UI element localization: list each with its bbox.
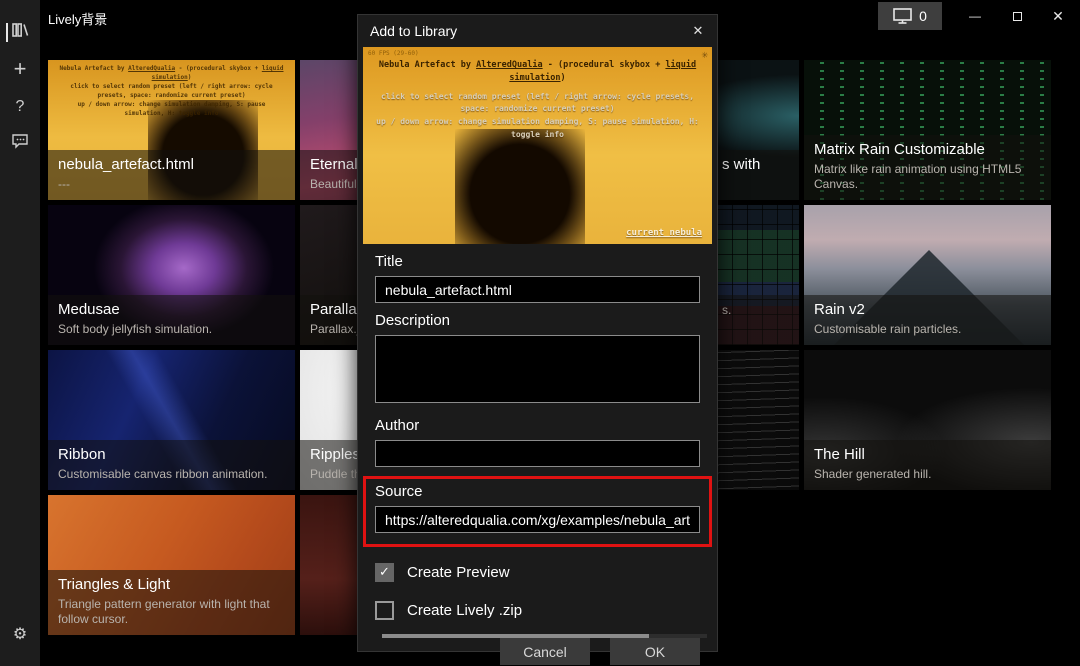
maximize-icon xyxy=(1013,12,1022,21)
app-title: Lively背景 xyxy=(48,9,107,28)
tile-title: Rain v2 xyxy=(814,301,1041,320)
sidebar-item-settings[interactable]: ⚙ xyxy=(0,620,40,648)
tile-rain-v2[interactable]: Rain v2 Customisable rain particles. xyxy=(804,205,1051,345)
tile-title: s with xyxy=(722,156,789,175)
create-zip-checkbox[interactable] xyxy=(375,601,394,620)
tile-subtitle: Triangle pattern generator with light th… xyxy=(58,597,285,628)
tile-title: nebula_artefact.html xyxy=(58,156,285,175)
gear-icon: ⚙ xyxy=(13,624,27,644)
preview-heading: Nebula Artefact by AlteredQualia - (proc… xyxy=(363,59,712,85)
dialog-header: Add to Library ✕ xyxy=(358,15,717,45)
current-nebula-label: current nebula xyxy=(626,228,702,238)
create-preview-checkbox[interactable]: ✓ xyxy=(375,563,394,582)
tile-title: Triangles & Light xyxy=(58,576,285,595)
plus-icon: + xyxy=(14,56,27,82)
tile-caption: Matrix Rain Customizable Matrix like rai… xyxy=(804,135,1051,200)
add-to-library-dialog: Add to Library ✕ 60 FPS (29-60) ✳ Nebula… xyxy=(357,14,718,652)
wallpaper-preview: 60 FPS (29-60) ✳ Nebula Artefact by Alte… xyxy=(363,47,712,244)
author-field[interactable] xyxy=(375,440,700,467)
description-field-label: Description xyxy=(375,312,700,329)
tile-subtitle: Customisable canvas ribbon animation. xyxy=(58,467,285,483)
library-icon xyxy=(11,21,29,44)
monitor-select-button[interactable]: 0 xyxy=(878,2,942,30)
fps-counter: 60 FPS (29-60) xyxy=(368,50,419,57)
help-icon: ? xyxy=(16,98,25,116)
tile-ribbon[interactable]: Ribbon Customisable canvas ribbon animat… xyxy=(48,350,295,490)
monitor-icon xyxy=(893,8,912,24)
ok-button[interactable]: OK xyxy=(610,638,700,665)
tile-subtitle: Matrix like rain animation using HTML5 C… xyxy=(814,162,1041,193)
tile-the-hill[interactable]: The Hill Shader generated hill. xyxy=(804,350,1051,490)
tile-caption: Ribbon Customisable canvas ribbon animat… xyxy=(48,440,295,490)
minimize-icon: — xyxy=(969,9,981,23)
nebula-sphere-graphic xyxy=(455,129,585,244)
maximize-button[interactable] xyxy=(1002,2,1032,30)
tile-caption: Rain v2 Customisable rain particles. xyxy=(804,295,1051,345)
window-close-button[interactable]: ✕ xyxy=(1043,2,1073,30)
tile-subtitle: --- xyxy=(58,177,285,193)
dialog-form: Title Description Author Source ✓ Create… xyxy=(358,253,717,665)
link-alteredqualia[interactable]: AlteredQualia xyxy=(476,60,543,70)
tile-title: Ribbon xyxy=(58,446,285,465)
feedback-icon xyxy=(11,133,29,154)
title-field-label: Title xyxy=(375,253,700,270)
cancel-button[interactable]: Cancel xyxy=(500,638,590,665)
tile-matrix-rain[interactable]: Matrix Rain Customizable Matrix like rai… xyxy=(804,60,1051,200)
monitor-count: 0 xyxy=(919,8,927,24)
author-field-label: Author xyxy=(375,417,700,434)
tile-caption: nebula_artefact.html --- xyxy=(48,150,295,200)
tile-subtitle: Shader generated hill. xyxy=(814,467,1041,483)
source-field-label: Source xyxy=(375,483,700,500)
tile-title: Matrix Rain Customizable xyxy=(814,141,1041,160)
dialog-close-button[interactable]: ✕ xyxy=(685,19,711,43)
grid-empty-cell xyxy=(804,495,1051,635)
close-icon: ✕ xyxy=(1052,8,1064,25)
create-preview-row: ✓ Create Preview xyxy=(375,560,700,584)
tile-title: Medusae xyxy=(58,301,285,320)
tile-subtitle: Customisable rain particles. xyxy=(814,322,1041,338)
sidebar: + ? ⚙ xyxy=(0,0,40,666)
dialog-buttons: Cancel OK xyxy=(375,638,700,665)
tile-nebula-artefact[interactable]: Nebula Artefact by AlteredQualia - (proc… xyxy=(48,60,295,200)
close-icon: ✕ xyxy=(693,23,704,39)
tile-subtitle: s. xyxy=(722,303,789,319)
source-highlight-box: Source xyxy=(363,476,712,547)
sidebar-item-library[interactable] xyxy=(0,18,40,46)
title-field[interactable] xyxy=(375,276,700,303)
tile-nebula-overlay-text: Nebula Artefact by AlteredQualia - (proc… xyxy=(48,64,295,118)
sidebar-item-feedback[interactable] xyxy=(0,129,40,157)
tile-caption: Medusae Soft body jellyfish simulation. xyxy=(48,295,295,345)
create-zip-label: Create Lively .zip xyxy=(407,602,522,619)
tile-subtitle: Soft body jellyfish simulation. xyxy=(58,322,285,338)
preview-instructions: click to select random preset (left / ri… xyxy=(363,91,712,142)
create-zip-row: Create Lively .zip xyxy=(375,598,700,622)
tile-medusae[interactable]: Medusae Soft body jellyfish simulation. xyxy=(48,205,295,345)
sidebar-item-help[interactable]: ? xyxy=(0,93,40,121)
check-icon: ✓ xyxy=(379,564,390,580)
source-field[interactable] xyxy=(375,506,700,533)
description-field[interactable] xyxy=(375,335,700,403)
dialog-scrollbar[interactable] xyxy=(382,634,707,638)
tile-triangles-light[interactable]: Triangles & Light Triangle pattern gener… xyxy=(48,495,295,635)
create-preview-label: Create Preview xyxy=(407,564,510,581)
dialog-title: Add to Library xyxy=(370,23,457,39)
tile-caption: The Hill Shader generated hill. xyxy=(804,440,1051,490)
sidebar-item-add-wallpaper[interactable]: + xyxy=(0,55,40,83)
tile-caption: Triangles & Light Triangle pattern gener… xyxy=(48,570,295,635)
tile-title: The Hill xyxy=(814,446,1041,465)
minimize-button[interactable]: — xyxy=(960,2,990,30)
dialog-scrollbar-thumb[interactable] xyxy=(382,634,649,638)
